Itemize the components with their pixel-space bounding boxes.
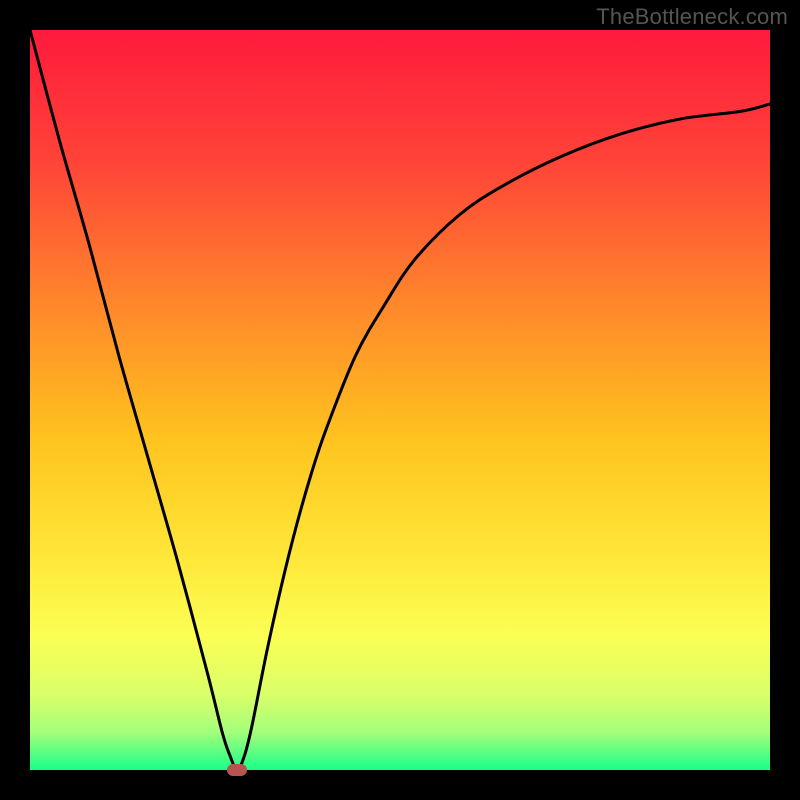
minimum-marker <box>227 764 247 776</box>
bottleneck-curve <box>30 30 770 770</box>
watermark-text: TheBottleneck.com <box>596 4 788 30</box>
curve-layer <box>30 30 770 770</box>
chart-frame: TheBottleneck.com <box>0 0 800 800</box>
plot-area <box>30 30 770 770</box>
